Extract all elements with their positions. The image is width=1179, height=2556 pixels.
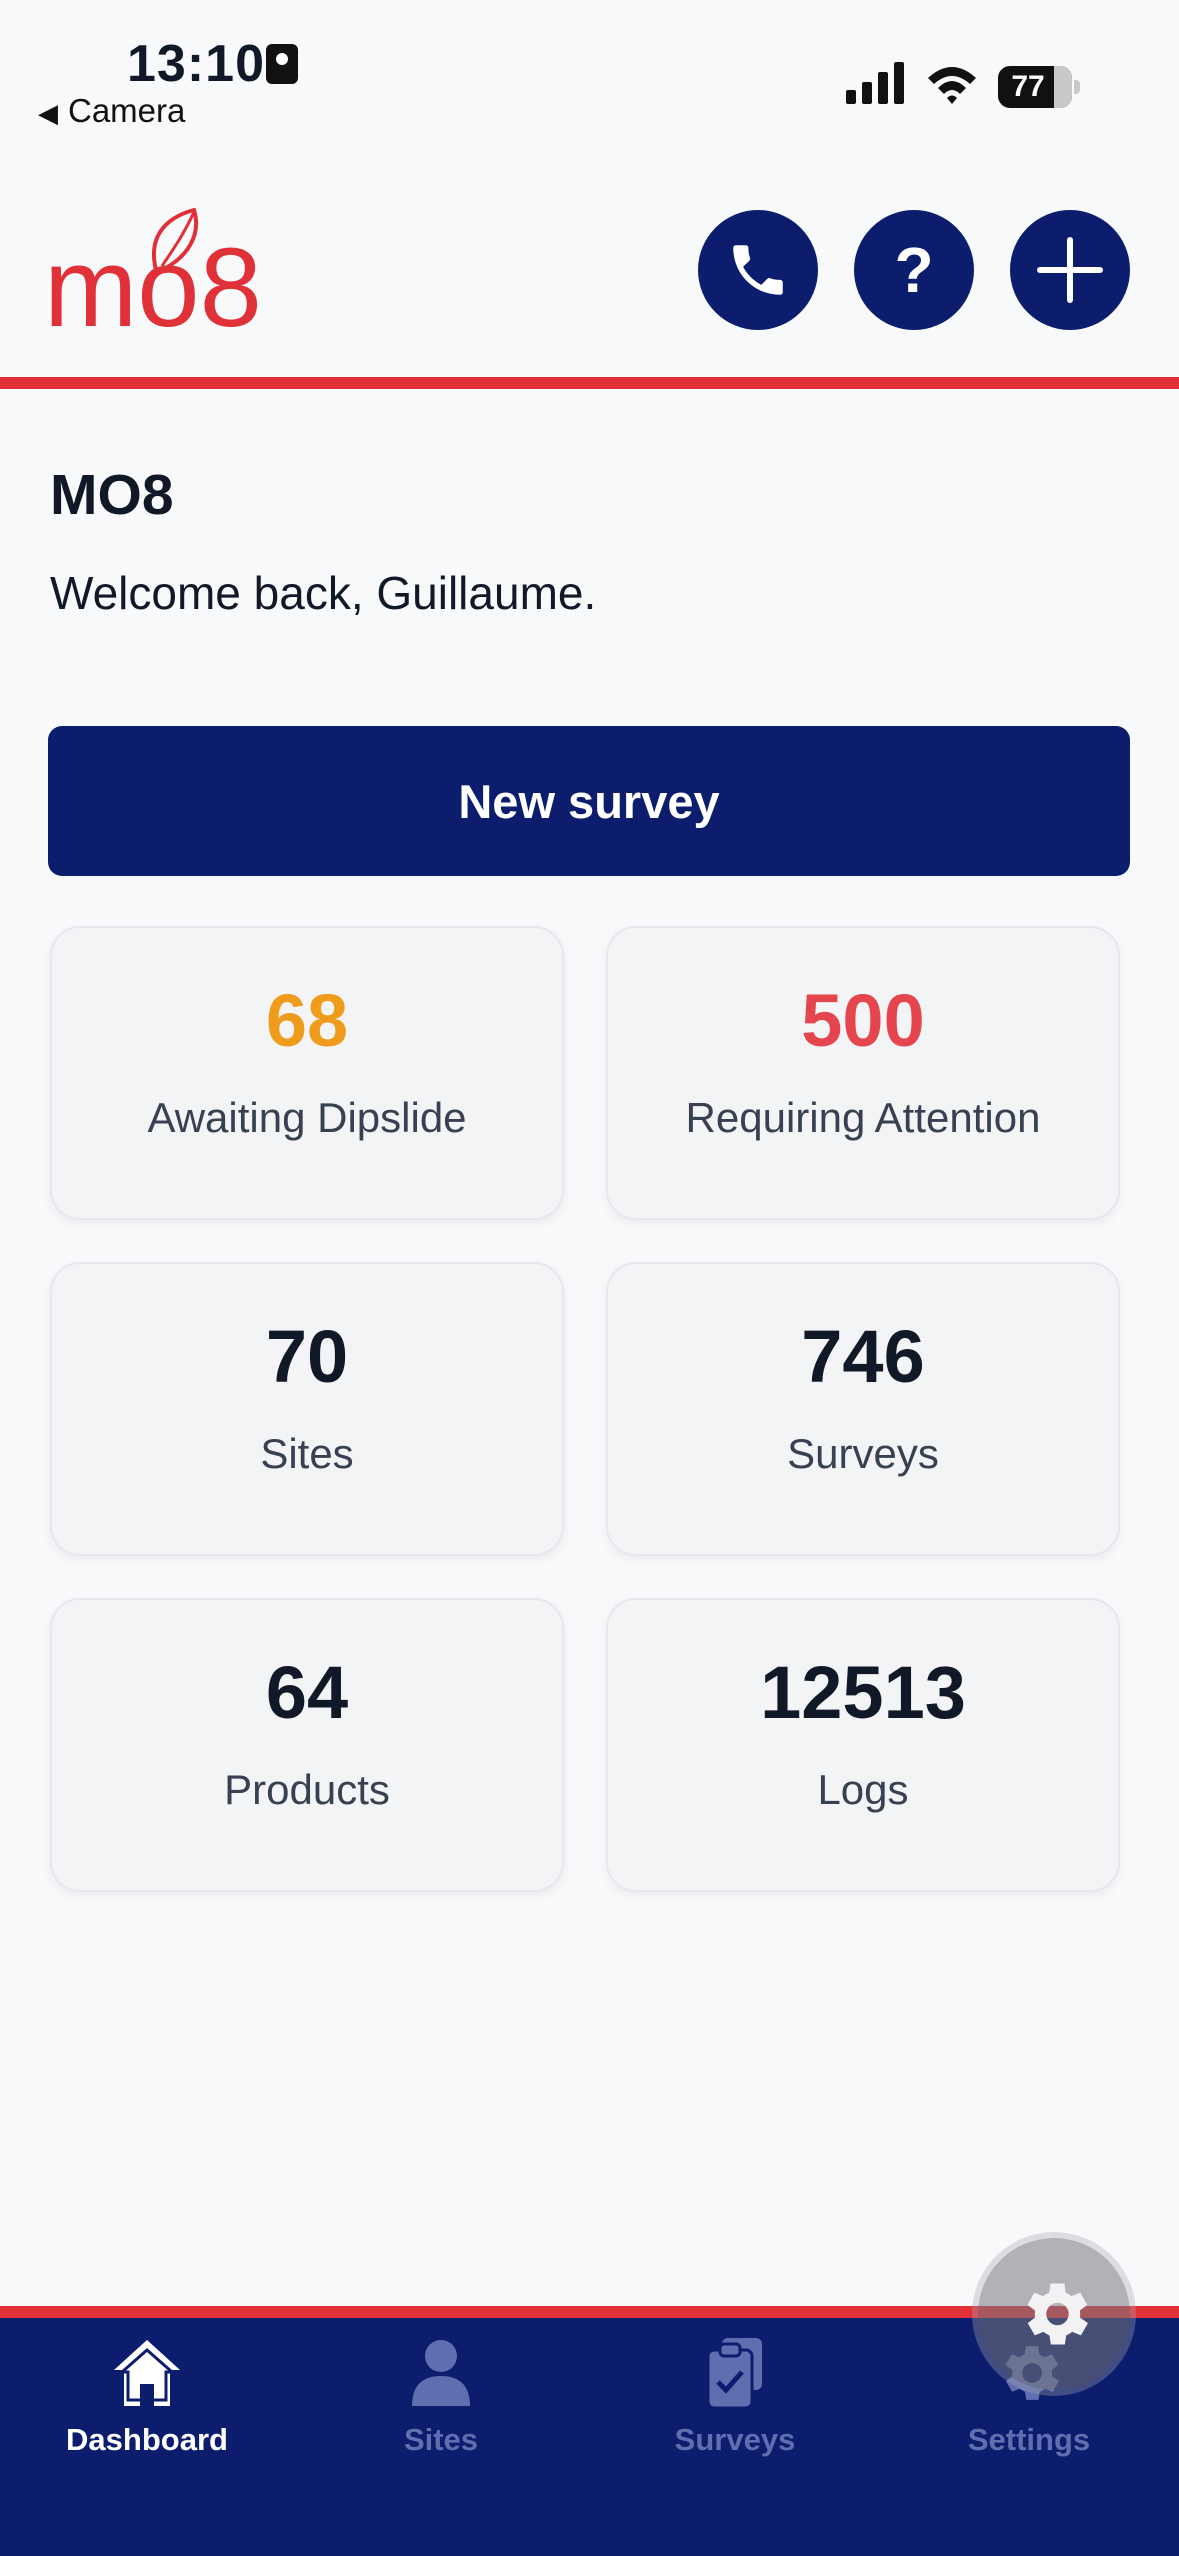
logo-text: mo8 (44, 225, 262, 332)
battery-level: 77 (1011, 70, 1045, 103)
wifi-icon (928, 67, 976, 104)
battery-indicator: 77 (998, 66, 1080, 108)
question-mark-icon: ? (894, 234, 934, 306)
cellular-signal-icon (846, 62, 904, 104)
stat-label: Awaiting Dipslide (147, 1094, 467, 1141)
stat-label: Surveys (787, 1430, 939, 1477)
nav-item-dashboard[interactable]: Dashboard (0, 2336, 294, 2466)
clipboard-check-icon (706, 2338, 762, 2410)
stat-label: Products (224, 1766, 390, 1813)
nav-label: Settings (967, 2422, 1091, 2457)
contact-card-icon (266, 44, 298, 84)
stat-card-surveys[interactable]: 746 Surveys (606, 1262, 1120, 1556)
floating-settings-button[interactable] (978, 2238, 1130, 2390)
gear-icon (1027, 2283, 1088, 2345)
back-triangle-icon: ◀ (38, 98, 58, 128)
stat-card-awaiting-dipslide[interactable]: 68 Awaiting Dipslide (50, 926, 564, 1220)
nav-label: Sites (403, 2422, 479, 2457)
home-icon (114, 2340, 180, 2406)
header-divider (0, 377, 1179, 389)
nav-item-surveys[interactable]: Surveys (588, 2336, 882, 2466)
welcome-message: Welcome back, Guillaume. (50, 567, 597, 619)
stat-card-products[interactable]: 64 Products (50, 1598, 564, 1892)
stat-label: Sites (260, 1430, 354, 1477)
stat-value: 746 (801, 1315, 925, 1398)
stat-card-requiring-attention[interactable]: 500 Requiring Attention (606, 926, 1120, 1220)
stat-label: Requiring Attention (685, 1094, 1041, 1141)
stat-label: Logs (817, 1766, 909, 1813)
stat-card-sites[interactable]: 70 Sites (50, 1262, 564, 1556)
stat-card-logs[interactable]: 12513 Logs (606, 1598, 1120, 1892)
call-button[interactable] (698, 210, 818, 330)
stat-value: 12513 (760, 1651, 966, 1734)
status-bar: 13:10 ◀ Camera 77 (0, 0, 1179, 140)
back-to-camera-link[interactable]: ◀ Camera (38, 92, 185, 130)
back-label: Camera (68, 92, 186, 129)
status-time: 13:10 (127, 35, 265, 93)
stat-value: 64 (265, 1651, 349, 1734)
page-title: MO8 (50, 463, 174, 527)
stat-value: 500 (801, 979, 925, 1062)
nav-label: Surveys (674, 2422, 796, 2457)
nav-item-sites[interactable]: Sites (294, 2336, 588, 2466)
add-button[interactable] (1010, 210, 1130, 330)
person-icon (412, 2340, 470, 2406)
mo8-logo: mo8 (44, 208, 262, 332)
new-survey-button[interactable]: New survey (48, 726, 1130, 876)
stat-value: 68 (265, 979, 349, 1062)
nav-label: Dashboard (66, 2422, 228, 2457)
stat-value: 70 (265, 1315, 349, 1398)
phone-icon (733, 245, 783, 295)
plus-icon (1037, 237, 1103, 303)
help-button[interactable]: ? (854, 210, 974, 330)
